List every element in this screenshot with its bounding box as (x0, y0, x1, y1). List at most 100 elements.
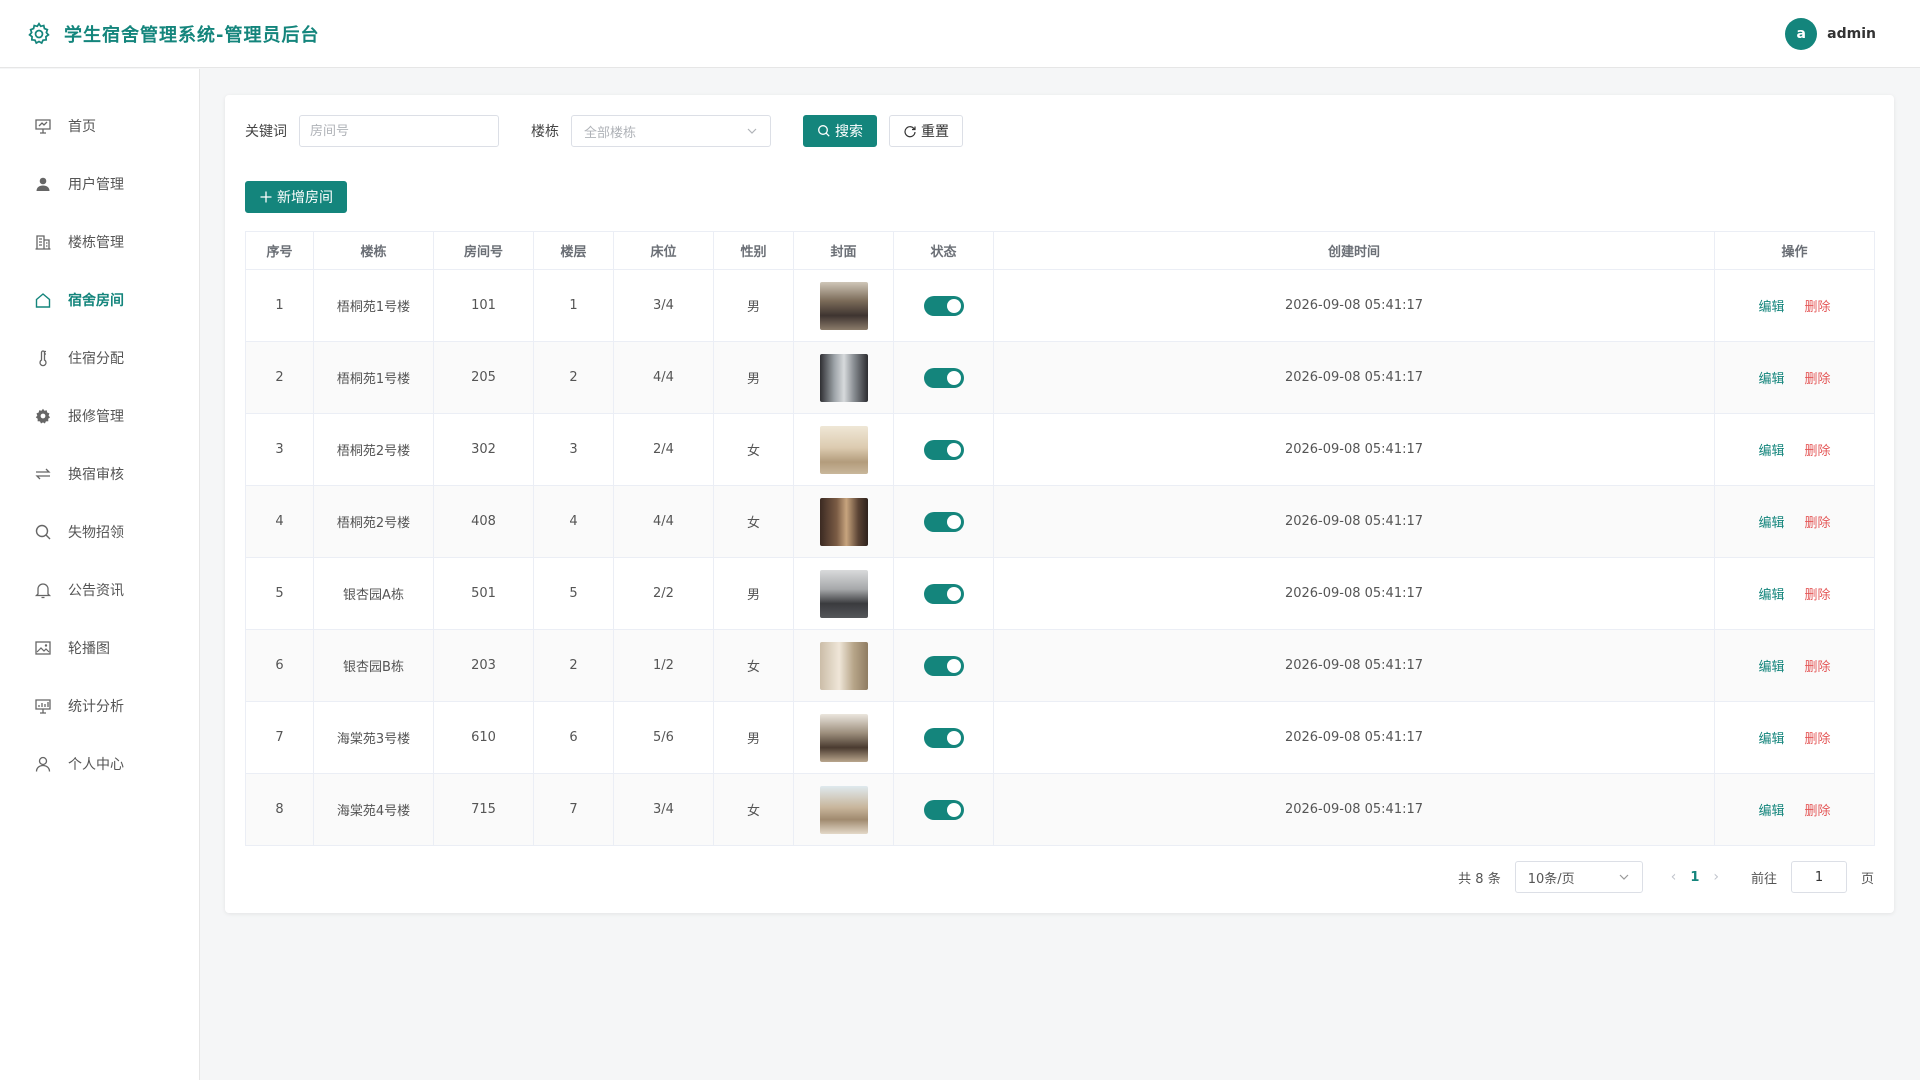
chevron-down-icon (1619, 874, 1629, 880)
sidebar-item-6[interactable]: 换宿审核 (0, 445, 199, 503)
cell-beds: 4/4 (613, 485, 714, 558)
sidebar-item-10[interactable]: 统计分析 (0, 677, 199, 735)
cover-image[interactable] (819, 785, 868, 834)
status-toggle[interactable] (923, 295, 964, 316)
person-icon (35, 756, 51, 772)
cell-actions: 编辑 删除 (1714, 557, 1875, 630)
cell-cover (793, 269, 894, 342)
sidebar-item-8[interactable]: 公告资讯 (0, 561, 199, 619)
delete-button[interactable]: 删除 (1805, 660, 1831, 675)
cell-room: 408 (433, 485, 534, 558)
cell-beds: 4/4 (613, 341, 714, 414)
edit-button[interactable]: 编辑 (1758, 300, 1784, 315)
sidebar-item-9[interactable]: 轮播图 (0, 619, 199, 677)
rooms-table: 序号 楼栋 房间号 楼层 床位 性别 封面 状态 创建时间 操作 1 梧桐苑1号楼 101 1 3/4 男 2… (245, 231, 1875, 846)
cell-index: 1 (245, 269, 314, 342)
reset-button[interactable]: 重置 (889, 115, 963, 147)
edit-button[interactable]: 编辑 (1758, 804, 1784, 819)
cell-created: 2026-09-08 05:41:17 (993, 269, 1715, 342)
page-size-select[interactable]: 10条/页 (1514, 861, 1643, 893)
sidebar-item-1[interactable]: 用户管理 (0, 155, 199, 213)
status-toggle[interactable] (923, 439, 964, 460)
status-toggle[interactable] (923, 583, 964, 604)
status-toggle[interactable] (923, 799, 964, 820)
add-room-button-label: 新增房间 (277, 190, 333, 206)
cover-image[interactable] (819, 353, 868, 402)
edit-button[interactable]: 编辑 (1758, 516, 1784, 531)
delete-button[interactable]: 删除 (1805, 804, 1831, 819)
sidebar-item-3[interactable]: 宿舍房间 (0, 271, 199, 329)
sidebar-item-5[interactable]: 报修管理 (0, 387, 199, 445)
search-button[interactable]: 搜索 (803, 115, 877, 147)
cell-cover (793, 485, 894, 558)
edit-button[interactable]: 编辑 (1758, 444, 1784, 459)
cell-actions: 编辑 删除 (1714, 341, 1875, 414)
cell-gender: 女 (713, 773, 794, 846)
column-header: 床位 (613, 231, 714, 270)
page-number[interactable]: 1 (1690, 870, 1699, 885)
edit-button[interactable]: 编辑 (1758, 372, 1784, 387)
add-room-button[interactable]: 新增房间 (245, 181, 347, 213)
table-row: 2 梧桐苑1号楼 205 2 4/4 男 2026-09-08 05:41:17 编辑 删除 (245, 341, 1875, 414)
user-menu[interactable]: a admin (1785, 17, 1876, 50)
cell-room: 101 (433, 269, 534, 342)
table-row: 5 银杏园A栋 501 5 2/2 男 2026-09-08 05:41:17 编辑 删除 (245, 557, 1875, 630)
table-row: 7 海棠苑3号楼 610 6 5/6 男 2026-09-08 05:41:17 编辑 删除 (245, 701, 1875, 774)
cell-index: 6 (245, 629, 314, 702)
delete-button[interactable]: 删除 (1805, 444, 1831, 459)
page-unit: 页 (1860, 871, 1874, 887)
next-page-button[interactable]: › (1713, 869, 1719, 885)
delete-button[interactable]: 删除 (1805, 516, 1831, 531)
sidebar-item-label: 用户管理 (68, 177, 124, 193)
edit-button[interactable]: 编辑 (1758, 732, 1784, 747)
goto-page-input[interactable] (1790, 861, 1847, 893)
cover-image[interactable] (819, 713, 868, 762)
cover-image[interactable] (819, 569, 868, 618)
sidebar-item-4[interactable]: 住宿分配 (0, 329, 199, 387)
cover-image[interactable] (819, 641, 868, 690)
user-name[interactable]: admin (1827, 26, 1876, 42)
sidebar-item-0[interactable]: 首页 (0, 97, 199, 155)
cell-status (893, 701, 994, 774)
column-header: 序号 (245, 231, 314, 270)
building-select[interactable]: 全部楼栋 (571, 115, 771, 147)
sidebar-item-label: 换宿审核 (68, 467, 124, 483)
delete-button[interactable]: 删除 (1805, 300, 1831, 315)
avatar[interactable]: a (1785, 17, 1818, 50)
cell-building: 银杏园B栋 (313, 629, 434, 702)
cell-floor: 6 (533, 701, 614, 774)
sidebar-item-7[interactable]: 失物招领 (0, 503, 199, 561)
keyword-input[interactable] (299, 115, 499, 147)
prev-page-button[interactable]: ‹ (1671, 869, 1677, 885)
sidebar-item-label: 公告资讯 (68, 583, 124, 599)
cover-image[interactable] (819, 497, 868, 546)
refresh-icon (904, 126, 916, 138)
cell-floor: 5 (533, 557, 614, 630)
column-header: 状态 (893, 231, 994, 270)
sidebar-item-label: 首页 (68, 119, 96, 135)
cell-gender: 男 (713, 269, 794, 342)
edit-button[interactable]: 编辑 (1758, 660, 1784, 675)
edit-button[interactable]: 编辑 (1758, 588, 1784, 603)
sidebar-item-2[interactable]: 楼栋管理 (0, 213, 199, 271)
status-toggle[interactable] (923, 511, 964, 532)
cell-beds: 2/2 (613, 557, 714, 630)
status-toggle[interactable] (923, 367, 964, 388)
cell-building: 梧桐苑2号楼 (313, 413, 434, 486)
column-header: 房间号 (433, 231, 534, 270)
cell-beds: 2/4 (613, 413, 714, 486)
sidebar-item-label: 个人中心 (68, 757, 124, 773)
status-toggle[interactable] (923, 727, 964, 748)
chevron-down-icon (747, 128, 757, 134)
status-toggle[interactable] (923, 655, 964, 676)
cover-image[interactable] (819, 281, 868, 330)
cell-floor: 4 (533, 485, 614, 558)
picture-icon (35, 641, 51, 655)
cell-gender: 男 (713, 341, 794, 414)
sidebar-item-11[interactable]: 个人中心 (0, 735, 199, 793)
delete-button[interactable]: 删除 (1805, 372, 1831, 387)
cover-image[interactable] (819, 425, 868, 474)
delete-button[interactable]: 删除 (1805, 588, 1831, 603)
search-icon (818, 125, 830, 137)
delete-button[interactable]: 删除 (1805, 732, 1831, 747)
